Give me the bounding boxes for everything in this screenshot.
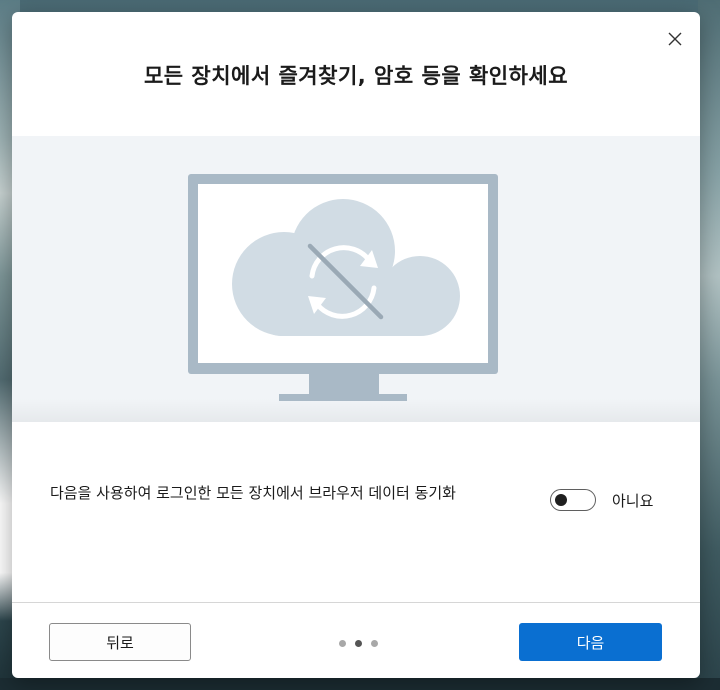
close-button[interactable] [664,28,686,50]
dialog-title: 모든 장치에서 즐겨찾기, 암호 등을 확인하세요 [143,64,569,88]
sync-setting-row: 다음을 사용하여 로그인한 모든 장치에서 브라우저 데이터 동기화 아니요 [50,482,680,532]
toggle-knob [555,493,567,506]
next-button[interactable]: 다음 [519,623,662,661]
illustration-panel [12,136,700,422]
close-icon [668,32,682,46]
page-dot-3 [371,640,378,647]
sync-description: 다음을 사용하여 로그인한 모든 장치에서 브라우저 데이터 동기화 [50,484,456,502]
desktop-background-right [698,0,720,690]
sync-toggle[interactable] [550,489,596,511]
sync-setup-dialog: 모든 장치에서 즐겨찾기, 암호 등을 확인하세요 다음을 사용하여 로그인한 … [12,12,700,678]
monitor-cloud-sync-off-illustration [188,174,498,401]
dialog-footer: 뒤로 다음 [12,602,700,678]
page-indicator [339,640,378,647]
desktop-background-bottom [0,678,720,690]
toggle-state-label: 아니요 [612,492,654,510]
page-dot-1 [339,640,346,647]
back-button[interactable]: 뒤로 [49,623,191,661]
page-dot-2-active [355,640,362,647]
